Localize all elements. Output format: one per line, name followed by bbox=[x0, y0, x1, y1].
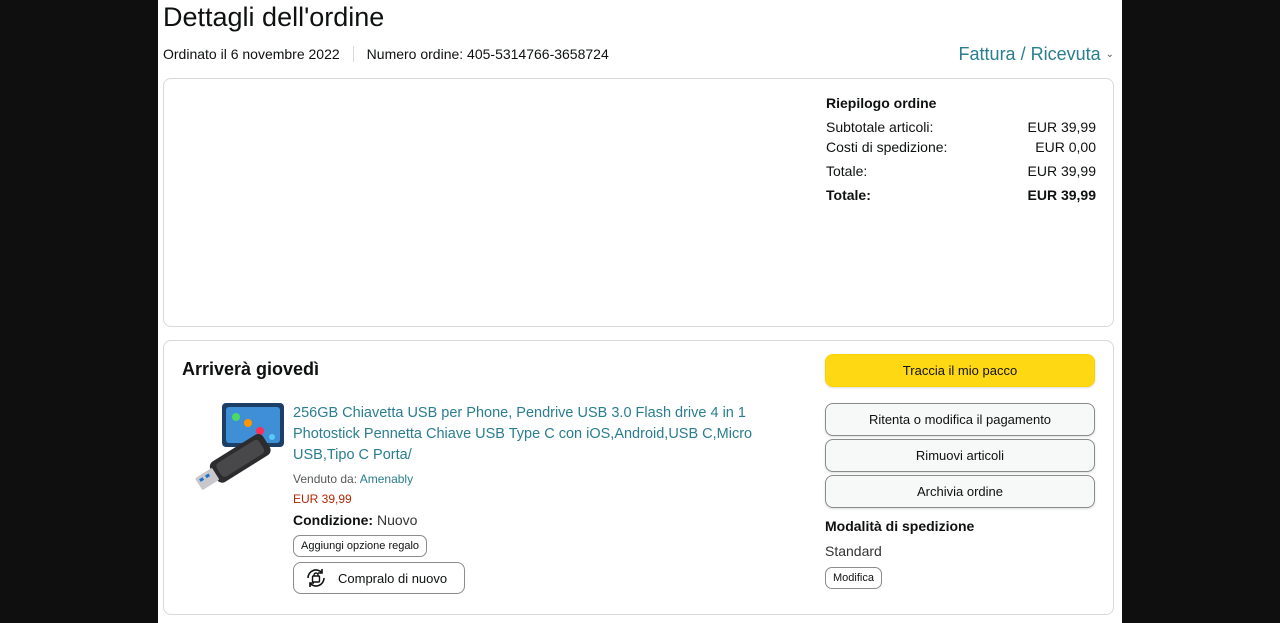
buy-again-icon bbox=[307, 569, 325, 587]
track-package-button[interactable]: Traccia il mio pacco bbox=[825, 354, 1095, 387]
condition-label: Condizione: bbox=[293, 512, 374, 528]
summary-value: EUR 39,99 bbox=[1027, 163, 1096, 179]
order-number: Numero ordine: 405-5314766-3658724 bbox=[366, 46, 609, 62]
retry-payment-button[interactable]: Ritenta o modifica il pagamento bbox=[825, 403, 1095, 436]
arrival-heading: Arriverà giovedì bbox=[182, 359, 320, 379]
summary-label: Subtotale articoli: bbox=[826, 119, 934, 135]
usb-drive-icon bbox=[195, 403, 284, 490]
shipment-box: Arriverà giovedì 256GB Chiavetta USB per… bbox=[163, 340, 1114, 615]
product-condition: Condizione: Nuovo bbox=[293, 510, 763, 530]
order-meta: Ordinato il 6 novembre 2022 Numero ordin… bbox=[163, 45, 609, 63]
order-summary: Riepilogo ordine Subtotale articoli: EUR… bbox=[826, 93, 1096, 205]
summary-value: EUR 39,99 bbox=[1027, 119, 1096, 135]
summary-row-shipping: Costi di spedizione: EUR 0,00 bbox=[826, 137, 1096, 157]
add-gift-option-button[interactable]: Aggiungi opzione regalo bbox=[293, 535, 428, 557]
shipping-method-heading: Modalità di spedizione bbox=[825, 518, 975, 534]
summary-row-grand-total: Totale: EUR 39,99 bbox=[826, 185, 1096, 205]
archive-order-button[interactable]: Archivia ordine bbox=[825, 475, 1095, 508]
summary-row-subtotal: Subtotale articoli: EUR 39,99 bbox=[826, 117, 1096, 137]
summary-label: Totale: bbox=[826, 163, 868, 179]
order-details-page: Dettagli dell'ordine Ordinato il 6 novem… bbox=[158, 0, 1122, 623]
summary-value: EUR 39,99 bbox=[1027, 187, 1096, 203]
sold-by: Venduto da: Amenably bbox=[293, 471, 763, 487]
product-title-link[interactable]: 256GB Chiavetta USB per Phone, Pendrive … bbox=[293, 403, 763, 466]
remove-items-button[interactable]: Rimuovi articoli bbox=[825, 439, 1095, 472]
condition-value: Nuovo bbox=[377, 512, 418, 528]
page-title: Dettagli dell'ordine bbox=[163, 2, 385, 32]
summary-value: EUR 0,00 bbox=[1035, 139, 1096, 155]
summary-row-total: Totale: EUR 39,99 bbox=[826, 161, 1096, 181]
summary-label: Costi di spedizione: bbox=[826, 139, 948, 155]
order-date: Ordinato il 6 novembre 2022 bbox=[163, 46, 340, 62]
order-summary-box: Riepilogo ordine Subtotale articoli: EUR… bbox=[163, 78, 1114, 327]
divider bbox=[352, 46, 354, 62]
seller-link[interactable]: Amenably bbox=[360, 472, 413, 486]
summary-heading: Riepilogo ordine bbox=[826, 95, 937, 111]
buy-again-button[interactable]: Compralo di nuovo bbox=[293, 562, 465, 594]
chevron-down-icon: ⌄ bbox=[1105, 49, 1114, 60]
buy-again-label: Compralo di nuovo bbox=[338, 570, 448, 586]
modify-shipping-button[interactable]: Modifica bbox=[825, 567, 882, 589]
invoice-dropdown[interactable]: Fattura / Ricevuta ⌄ bbox=[959, 41, 1114, 67]
sold-by-label: Venduto da: bbox=[293, 472, 358, 486]
product-price: EUR 39,99 bbox=[293, 492, 352, 506]
invoice-link-label[interactable]: Fattura / Ricevuta bbox=[959, 42, 1101, 66]
product-image[interactable] bbox=[188, 403, 284, 495]
order-actions: Traccia il mio pacco Ritenta o modifica … bbox=[825, 354, 1095, 589]
shipping-method-value: Standard bbox=[825, 543, 882, 559]
summary-label: Totale: bbox=[826, 187, 871, 203]
product-details: 256GB Chiavetta USB per Phone, Pendrive … bbox=[293, 403, 763, 594]
